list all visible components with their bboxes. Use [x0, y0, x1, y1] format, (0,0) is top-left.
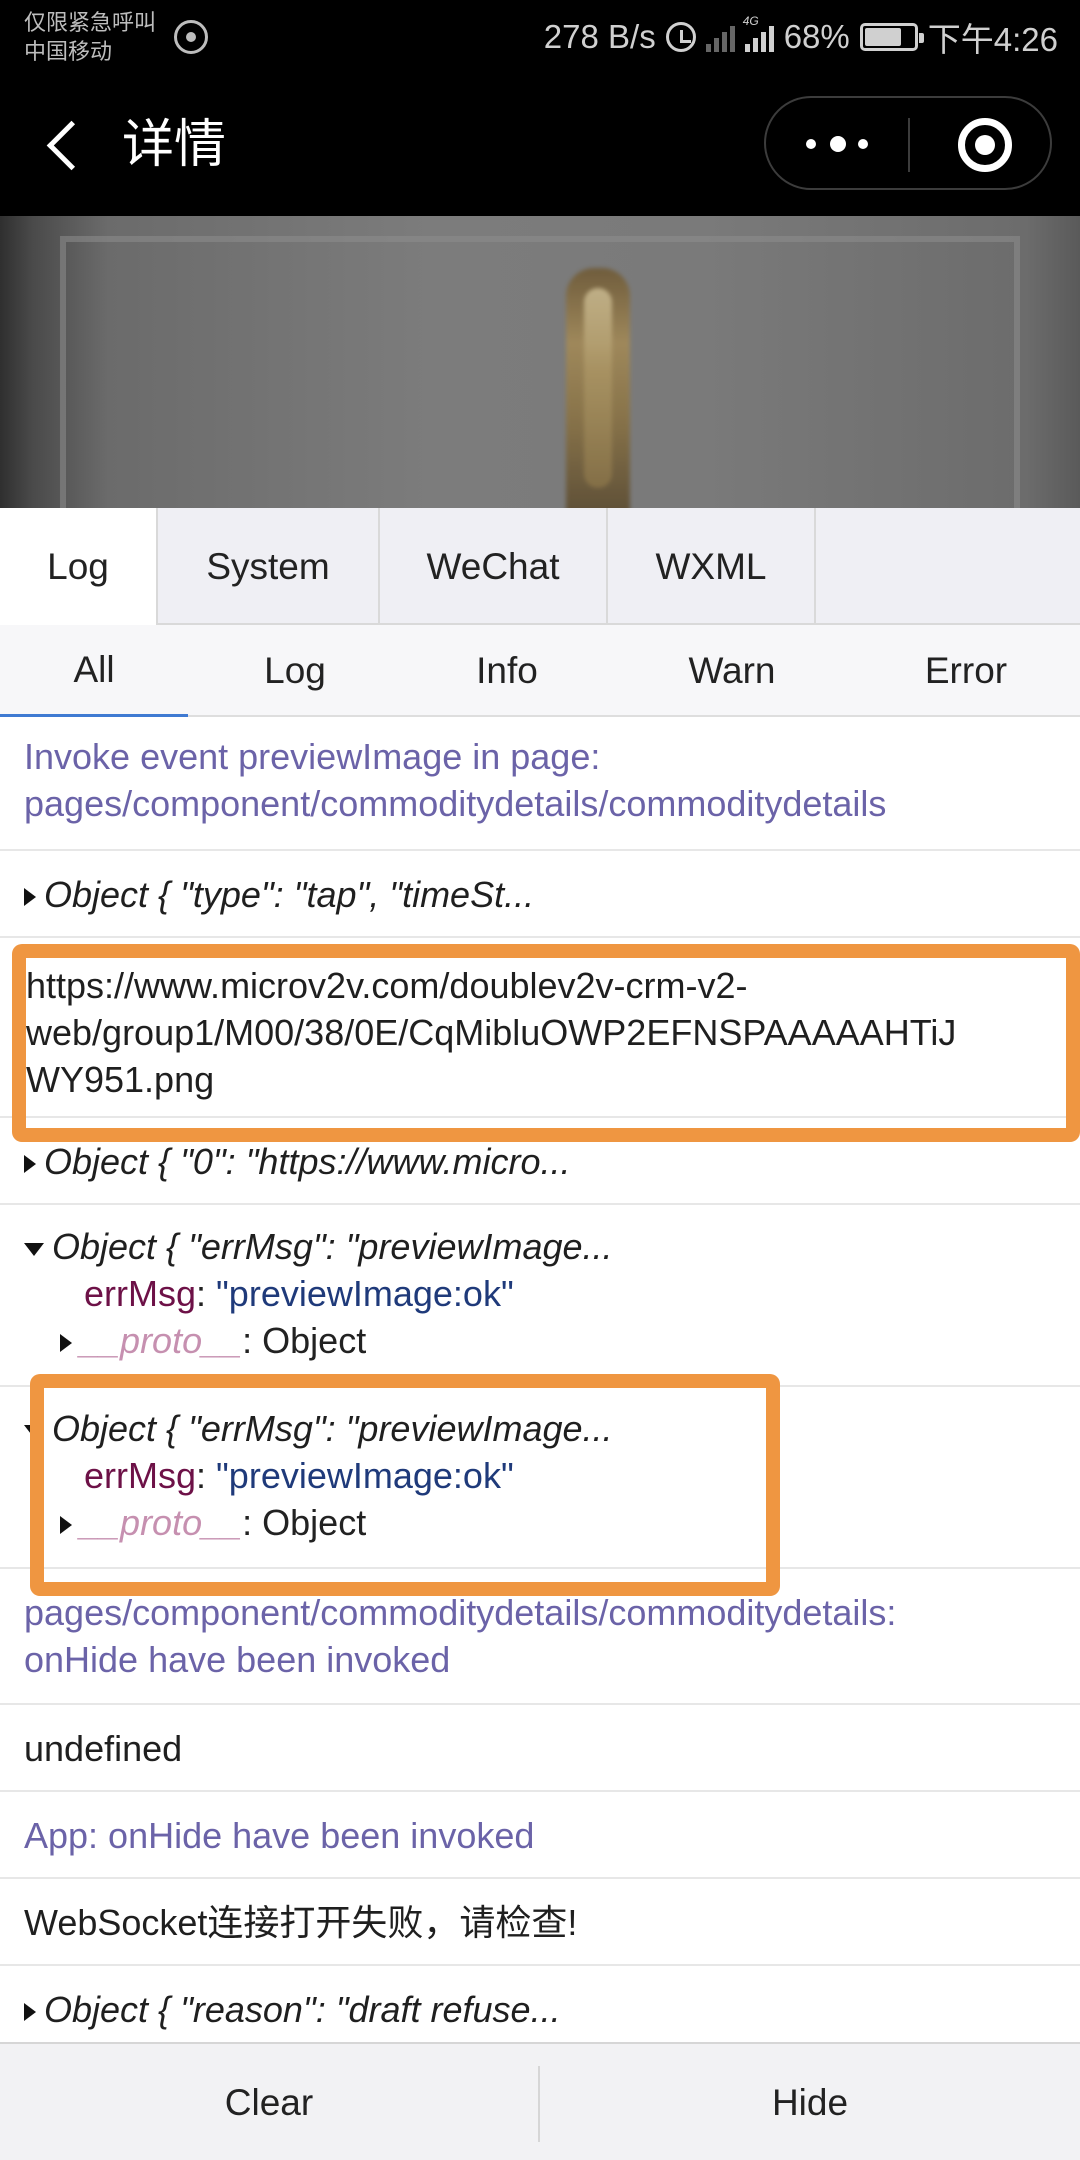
- hotspot-icon: [174, 20, 208, 54]
- product-image[interactable]: [0, 216, 1080, 508]
- log-row-websocket-error: WebSocket连接打开失败，请检查!: [0, 1879, 1080, 1966]
- carrier-line-name: 中国移动: [24, 39, 113, 64]
- log-text: App: onHide have been invoked: [24, 1815, 535, 1856]
- battery-percent: 68%: [783, 18, 850, 55]
- clear-button[interactable]: Clear: [0, 2044, 538, 2160]
- log-row-app-onhide: App: onHide have been invoked: [0, 1792, 1080, 1879]
- log-text: WebSocket连接打开失败，请检查!: [24, 1902, 578, 1943]
- log-row-invoke-event: Invoke event previewImage in page: pages…: [0, 717, 1080, 851]
- clock: 下午4:26: [927, 21, 1058, 58]
- expand-arrow-icon[interactable]: [60, 1334, 72, 1353]
- capsule-divider: [908, 118, 910, 172]
- net-speed: 278 B/s: [543, 18, 656, 55]
- page-title: 详情: [122, 115, 227, 175]
- status-bar: 仅限紧急呼叫 中国移动 278 B/s 4G 68% 下午4:26: [0, 0, 1080, 74]
- log-row-errmsg-expanded[interactable]: Object { "errMsg": "previewImage... errM…: [0, 1205, 1080, 1387]
- more-dots-icon[interactable]: [806, 135, 872, 155]
- close-target-icon[interactable]: [958, 118, 1012, 172]
- object-summary: Object { "type": "tap", "timeSt...: [44, 874, 535, 915]
- object-summary: Object { "errMsg": "previewImage...: [52, 1226, 613, 1267]
- console-footer: Clear Hide: [0, 2042, 1080, 2160]
- log-text: pages/component/commoditydetails/commodi…: [24, 783, 887, 824]
- log-text: Invoke event previewImage in page:: [24, 736, 601, 777]
- alarm-icon: [665, 22, 696, 52]
- highlight-box-url: [12, 944, 1080, 1142]
- filter-log[interactable]: Log: [188, 625, 402, 717]
- proto-key: __proto__: [80, 1320, 243, 1361]
- mini-program-capsule: [764, 96, 1052, 190]
- carrier-info: 仅限紧急呼叫 中国移动: [24, 8, 156, 66]
- back-arrow-icon[interactable]: [44, 120, 84, 170]
- object-summary: Object { "0": "https://www.micro...: [44, 1141, 571, 1182]
- hide-button[interactable]: Hide: [540, 2044, 1080, 2160]
- battery-icon: [859, 23, 924, 51]
- log-row-undefined: undefined: [0, 1705, 1080, 1792]
- property-value: "previewImage:ok": [216, 1273, 514, 1314]
- product-frame: [60, 236, 1020, 508]
- nav-bar: 详情: [0, 74, 1080, 216]
- status-indicators: 278 B/s 4G 68% 下午4:26: [543, 14, 1058, 58]
- vconsole-panel: Log System WeChat WXML All Log Info Warn…: [0, 508, 1080, 2160]
- tab-wechat[interactable]: WeChat: [380, 508, 608, 625]
- filter-warn[interactable]: Warn: [612, 625, 852, 717]
- tab-log[interactable]: Log: [0, 508, 158, 626]
- property-key: errMsg: [84, 1273, 197, 1314]
- expand-arrow-icon[interactable]: [24, 888, 36, 907]
- log-filter-tabs: All Log Info Warn Error: [0, 625, 1080, 717]
- filter-error[interactable]: Error: [852, 625, 1080, 717]
- main-tabs: Log System WeChat WXML: [0, 508, 1080, 626]
- collapse-arrow-icon[interactable]: [24, 1242, 44, 1256]
- object-summary: Object { "reason": "draft refuse...: [44, 1989, 561, 2030]
- tab-wxml[interactable]: WXML: [608, 508, 816, 625]
- filter-all[interactable]: All: [0, 625, 188, 717]
- log-text: onHide have been invoked: [24, 1639, 451, 1680]
- net-type-label: 4G: [742, 14, 759, 28]
- signal-2-icon: 4G: [743, 14, 774, 52]
- log-text: undefined: [24, 1728, 183, 1769]
- expand-arrow-icon[interactable]: [24, 2003, 36, 2022]
- expand-arrow-icon[interactable]: [24, 1155, 36, 1174]
- pendant-figure: [566, 268, 630, 508]
- signal-1-icon: [705, 22, 735, 52]
- log-row-object-tap[interactable]: Object { "type": "tap", "timeSt...: [0, 851, 1080, 938]
- carrier-line-emergency: 仅限紧急呼叫: [24, 10, 157, 35]
- proto-value: : Object: [242, 1320, 367, 1361]
- highlight-box-errmsg: [30, 1374, 780, 1596]
- tab-system[interactable]: System: [158, 508, 380, 625]
- log-text: pages/component/commoditydetails/commodi…: [24, 1592, 897, 1633]
- filter-info[interactable]: Info: [402, 625, 612, 717]
- log-row-object-reason[interactable]: Object { "reason": "draft refuse...: [0, 1966, 1080, 2050]
